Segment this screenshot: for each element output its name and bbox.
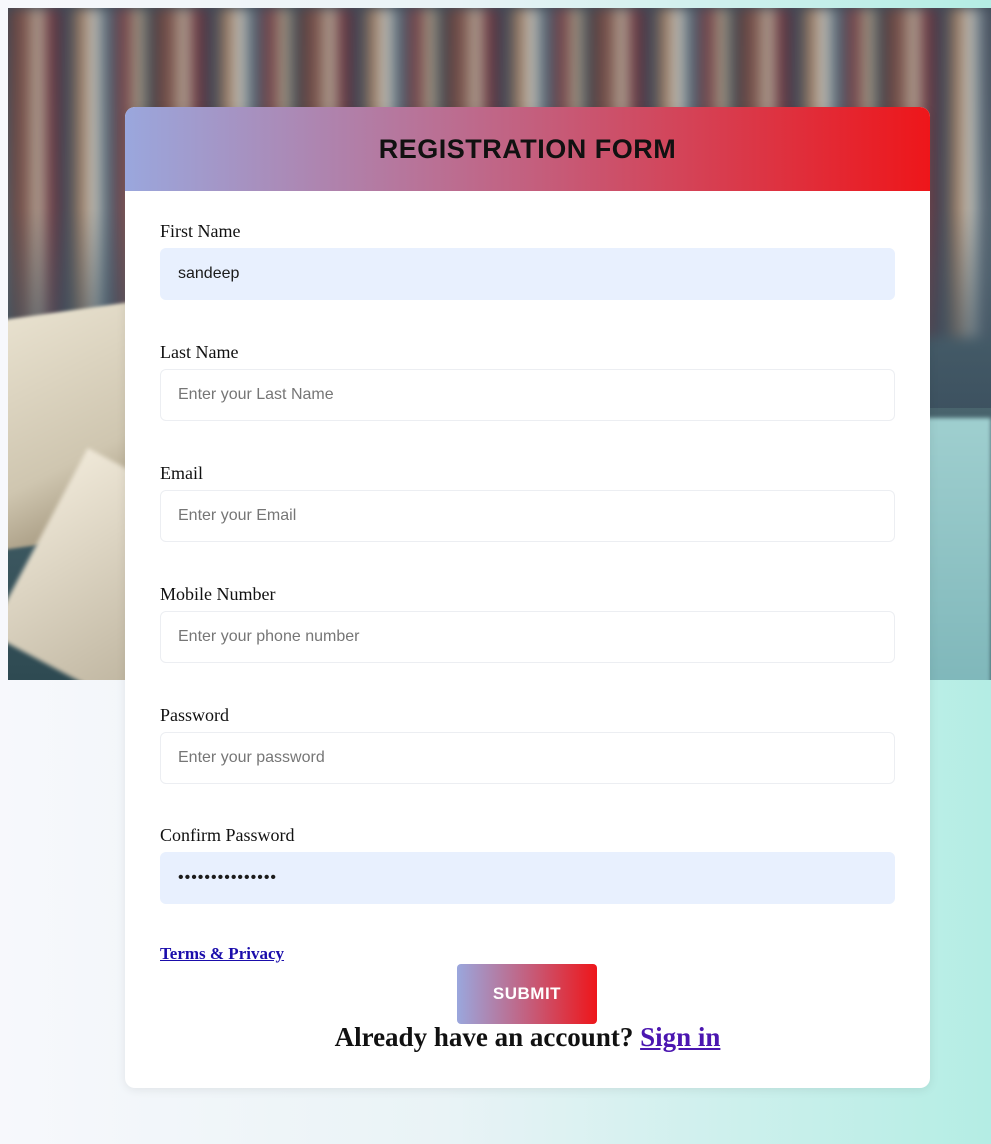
terms-privacy-link[interactable]: Terms & Privacy: [160, 944, 284, 964]
password-input[interactable]: [160, 732, 895, 784]
email-input[interactable]: [160, 490, 895, 542]
confirm-password-input[interactable]: [160, 852, 895, 904]
mobile-number-label: Mobile Number: [160, 584, 276, 604]
first-name-input[interactable]: [160, 248, 895, 300]
signin-row: Already have an account? Sign in: [125, 1022, 930, 1053]
mobile-number-group: Mobile Number: [160, 583, 895, 663]
mobile-number-input[interactable]: [160, 611, 895, 663]
first-name-group: First Name: [160, 220, 895, 300]
last-name-label: Last Name: [160, 342, 239, 362]
password-group: Password: [160, 704, 895, 784]
email-label: Email: [160, 463, 203, 483]
confirm-password-label: Confirm Password: [160, 825, 295, 845]
signin-link[interactable]: Sign in: [640, 1022, 720, 1052]
registration-card: REGISTRATION FORM First Name Last Name E…: [125, 107, 930, 1088]
first-name-label: First Name: [160, 221, 241, 241]
submit-button[interactable]: SUBMIT: [457, 964, 597, 1024]
confirm-password-group: Confirm Password: [160, 824, 895, 904]
last-name-group: Last Name: [160, 341, 895, 421]
signin-prompt: Already have an account?: [334, 1022, 634, 1052]
last-name-input[interactable]: [160, 369, 895, 421]
email-group: Email: [160, 462, 895, 542]
card-header: REGISTRATION FORM: [125, 107, 930, 191]
password-label: Password: [160, 705, 230, 725]
form-title: REGISTRATION FORM: [378, 133, 677, 164]
